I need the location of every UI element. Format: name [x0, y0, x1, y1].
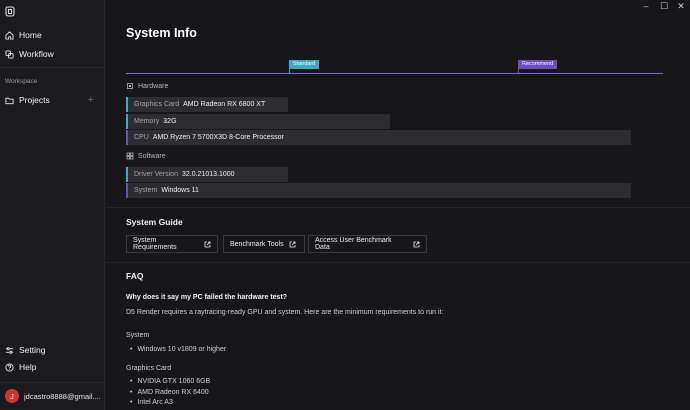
software-label: Software [126, 152, 166, 160]
sidebar-item-projects[interactable]: Projects + [0, 91, 104, 109]
help-icon [5, 362, 14, 372]
page-title: System Info [126, 26, 197, 40]
settings-icon [5, 346, 14, 355]
sidebar-item-label: Setting [19, 345, 46, 355]
chip-icon [126, 82, 134, 90]
divider [0, 382, 104, 383]
spec-graphics-card: Graphics Card AMD Radeon RX 6800 XT [126, 97, 288, 112]
workflow-icon [5, 49, 14, 59]
user-profile[interactable]: J jdcastro8888@gmail.... [5, 389, 103, 403]
sidebar-item-label: Home [19, 30, 42, 40]
add-project-icon[interactable]: + [88, 91, 94, 109]
app-logo-icon [5, 6, 15, 17]
spec-driver-version: Driver Version 32.0.21013.1000 [126, 167, 288, 182]
benchmark-tools-link[interactable]: Benchmark Tools [223, 235, 305, 253]
faq-system-label: System [126, 332, 150, 339]
performance-scale [126, 73, 663, 74]
faq-answer: D5 Render requires a raytracing-ready GP… [126, 309, 444, 316]
sidebar-item-label: Workflow [19, 49, 54, 59]
divider [0, 67, 104, 68]
sidebar-item-setting[interactable]: Setting [0, 341, 104, 359]
user-email: jdcastro8888@gmail.... [24, 391, 101, 401]
list-item: Intel Arc A3 [130, 399, 172, 406]
spec-system: System Windows 11 [126, 183, 631, 198]
hardware-label: Hardware [126, 82, 168, 90]
avatar: J [5, 389, 19, 403]
faq-title: FAQ [126, 271, 144, 281]
sidebar-item-label: Projects [19, 95, 50, 105]
folder-icon [5, 96, 14, 105]
workspace-label: Workspace [5, 78, 38, 85]
faq-gpu-label: Graphics Card [126, 365, 172, 372]
system-requirements-link[interactable]: System Requirements [126, 235, 218, 253]
spec-cpu: CPU AMD Ryzen 7 5700X3D 8-Core Processor [126, 130, 631, 145]
section-divider [106, 207, 690, 208]
section-divider [106, 262, 690, 263]
system-guide-title: System Guide [126, 217, 183, 227]
sidebar: Home Workflow Workspace Projects + Setti… [0, 0, 105, 410]
user-benchmark-data-link[interactable]: Access User Benchmark Data [308, 235, 427, 253]
spec-memory: Memory 32G [126, 114, 390, 129]
faq-question: Why does it say my PC failed the hardwar… [126, 294, 288, 301]
home-icon [5, 30, 14, 40]
list-item: NVIDIA GTX 1060 6GB [130, 378, 210, 385]
external-link-icon [289, 241, 296, 248]
list-item: Windows 10 v1809 or higher [130, 346, 226, 353]
external-link-icon [204, 241, 211, 248]
list-item: AMD Radeon RX 6400 [130, 389, 208, 396]
sidebar-item-help[interactable]: Help [0, 358, 104, 376]
grid-icon [126, 152, 134, 160]
standard-tag: Standard [289, 60, 320, 69]
sidebar-item-label: Help [19, 362, 37, 372]
sidebar-item-home[interactable]: Home [0, 26, 104, 44]
recommend-tag: Recommend [518, 60, 558, 69]
main-content: System Info Standard Recommend Hardware … [106, 0, 690, 410]
sidebar-item-workflow[interactable]: Workflow [0, 45, 104, 63]
external-link-icon [413, 241, 420, 248]
